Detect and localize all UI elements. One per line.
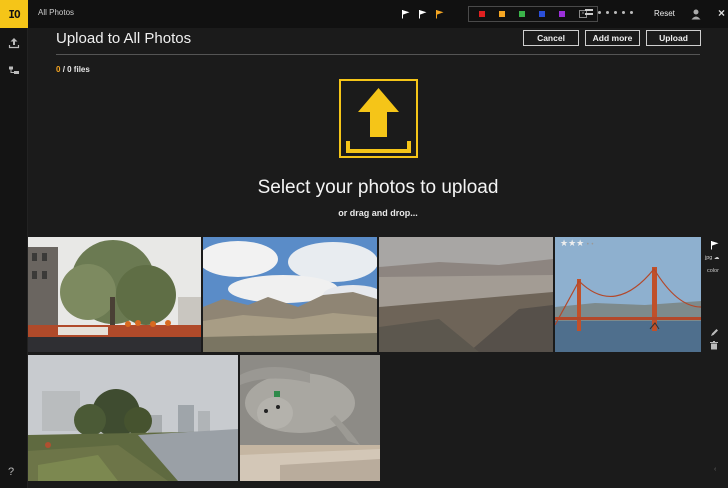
rating-filter[interactable] xyxy=(585,9,633,15)
header-divider xyxy=(56,54,700,55)
page-title: Upload to All Photos xyxy=(56,30,192,47)
photo-desert-valley[interactable] xyxy=(379,237,553,352)
upload-drop-icon[interactable] xyxy=(339,79,418,158)
color-label[interactable]: color xyxy=(707,268,719,274)
close-button[interactable]: × xyxy=(718,6,725,20)
photo-rating[interactable]: ★★★ • • xyxy=(560,238,593,249)
photo-seal[interactable] xyxy=(240,355,380,481)
top-toolbar: All Photos × Reset × xyxy=(28,0,728,28)
scroll-indicator-icon[interactable]: ‹ xyxy=(714,466,716,473)
upload-icon[interactable] xyxy=(7,36,21,50)
reset-button[interactable]: Reset xyxy=(654,9,675,18)
sidebar: IO ? xyxy=(0,0,28,488)
file-count: 0 / 0 files xyxy=(56,65,90,74)
star-icon[interactable]: ★ xyxy=(560,238,568,248)
cloud-icon: ☁ xyxy=(713,255,720,261)
pencil-icon[interactable] xyxy=(710,328,719,337)
color-purple-swatch[interactable] xyxy=(559,11,565,17)
star-icon[interactable]: ★ xyxy=(568,238,576,248)
rating-dot[interactable] xyxy=(630,10,633,14)
flag-icon[interactable] xyxy=(710,240,720,250)
rating-dot[interactable] xyxy=(614,10,617,14)
upload-button[interactable]: Upload xyxy=(646,30,701,46)
color-orange-swatch[interactable] xyxy=(499,11,505,17)
select-photos-text[interactable]: Select your photos to upload xyxy=(228,177,528,199)
rating-dot[interactable] xyxy=(598,10,601,14)
color-green-swatch[interactable] xyxy=(519,11,525,17)
star-empty-icon[interactable]: • xyxy=(587,242,589,248)
app-logo[interactable]: IO xyxy=(0,0,28,28)
add-more-button[interactable]: Add more xyxy=(585,30,640,46)
folder-tree-icon[interactable] xyxy=(7,64,21,78)
color-blue-swatch[interactable] xyxy=(539,11,545,17)
file-format-label: jpg ☁ xyxy=(705,255,720,261)
color-red-swatch[interactable] xyxy=(479,11,485,17)
drag-drop-text: or drag and drop... xyxy=(338,208,418,218)
photo-amsterdam-canal[interactable] xyxy=(28,237,201,352)
app-title: All Photos xyxy=(38,8,75,17)
star-empty-icon[interactable]: • xyxy=(591,242,593,248)
flag-white-2-icon[interactable] xyxy=(418,9,428,19)
cancel-button[interactable]: Cancel xyxy=(523,30,579,46)
rating-dot[interactable] xyxy=(622,10,625,14)
photo-desert-badlands[interactable] xyxy=(203,237,377,352)
flag-white-icon[interactable] xyxy=(401,9,411,19)
files-done-count: 0 xyxy=(56,65,61,74)
color-label-filter: × xyxy=(468,6,598,22)
photo-golden-gate-bridge[interactable] xyxy=(555,237,701,352)
photo-info-panel: jpg ☁ color xyxy=(701,236,728,353)
user-icon[interactable] xyxy=(690,8,702,20)
rating-operator-icon[interactable] xyxy=(585,9,593,15)
photo-city-park[interactable] xyxy=(28,355,238,481)
star-icon[interactable]: ★ xyxy=(576,238,584,248)
files-total-count: / 0 files xyxy=(62,65,90,74)
rating-dot[interactable] xyxy=(606,10,609,14)
help-icon[interactable]: ? xyxy=(8,466,14,478)
trash-icon[interactable] xyxy=(710,341,718,350)
flag-orange-icon[interactable] xyxy=(435,9,445,19)
